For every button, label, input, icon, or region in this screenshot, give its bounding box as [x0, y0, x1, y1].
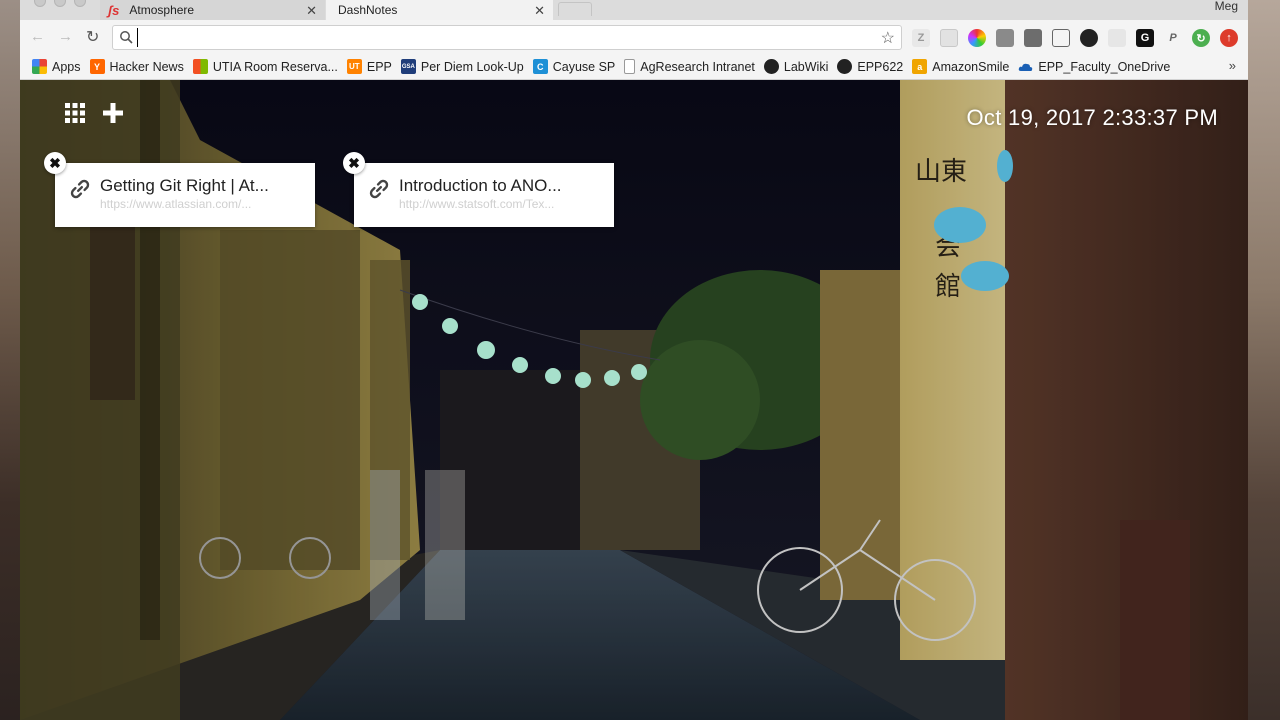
back-arrow-icon[interactable]: ←	[30, 28, 45, 45]
extension-color-icon[interactable]	[968, 29, 986, 47]
close-window-button[interactable]	[34, 0, 46, 7]
bookmark-label: EPP	[366, 59, 392, 74]
extension-dark-icon[interactable]	[1080, 29, 1098, 47]
add-icon[interactable]	[102, 102, 124, 124]
bookmark-epp622[interactable]: EPP622	[837, 59, 903, 74]
close-tab-icon[interactable]: ✕	[534, 3, 545, 19]
bookmark-label: Per Diem Look-Up	[420, 59, 524, 74]
bookmark-onedrive[interactable]: EPP_Faculty_OneDrive	[1018, 59, 1170, 74]
clock: Oct 19, 2017 2:33:37 PM	[966, 105, 1218, 130]
close-card-icon[interactable]: ✖	[343, 152, 365, 174]
card-url: http://www.statsoft.com/Tex...	[399, 197, 555, 211]
close-card-icon[interactable]: ✖	[44, 152, 66, 174]
desktop-background-right	[1246, 0, 1280, 720]
bookmark-labwiki[interactable]: LabWiki	[763, 59, 829, 74]
js-icon: ʃs	[108, 2, 120, 18]
forward-arrow-icon[interactable]: →	[58, 28, 73, 45]
extension-g-icon[interactable]: G	[1136, 29, 1154, 47]
bookmark-per-diem[interactable]: GSA Per Diem Look-Up	[400, 59, 524, 74]
tab-strip: ʃs Atmosphere ✕ DashNotes ✕ Meg	[20, 0, 1248, 20]
profile-name[interactable]: Meg	[1215, 0, 1238, 13]
bookmark-label: AmazonSmile	[932, 59, 1010, 74]
bookmark-label: LabWiki	[783, 59, 829, 74]
link-icon	[369, 179, 389, 199]
hacker-news-icon: Y	[89, 59, 105, 74]
extension-save-icon[interactable]	[1024, 29, 1042, 47]
new-tab-button[interactable]	[558, 2, 592, 16]
bookmark-star-icon[interactable]: ☆	[881, 28, 895, 48]
link-icon	[70, 179, 90, 199]
apps-grid-icon	[32, 59, 47, 74]
extensions-area: Z G P ↻ ↑	[912, 29, 1238, 47]
card-title: Getting Git Right | At...	[100, 176, 269, 195]
browser-window: ʃs Atmosphere ✕ DashNotes ✕ Meg ← → ↻ ☆ …	[20, 0, 1248, 720]
tab-label: DashNotes	[338, 3, 398, 17]
dashboard-toolbar	[64, 102, 124, 124]
extension-p-icon[interactable]: P	[1164, 29, 1182, 47]
bookmark-utia-room[interactable]: UTIA Room Reserva...	[192, 59, 338, 74]
apps-grid-icon[interactable]	[64, 102, 86, 124]
bookmark-label: Hacker News	[109, 59, 184, 74]
link-card[interactable]: ✖ Introduction to ANO... http://www.stat…	[343, 152, 614, 227]
bookmark-hacker-news[interactable]: Y Hacker News	[89, 59, 184, 74]
zoom-window-button[interactable]	[74, 0, 86, 7]
page-icon	[624, 59, 636, 74]
gsa-icon: GSA	[400, 59, 416, 74]
bookmark-amazonsmile[interactable]: a AmazonSmile	[912, 59, 1009, 74]
browser-toolbar: ← → ↻ ☆ Z G P ↻ ↑	[20, 20, 1248, 54]
card-url: https://www.atlassian.com/...	[100, 197, 252, 211]
tab-dashnotes[interactable]: DashNotes ✕	[326, 0, 553, 20]
github-icon	[837, 59, 853, 74]
cast-icon[interactable]	[1052, 29, 1070, 47]
extension-page-icon[interactable]	[1108, 29, 1126, 47]
bookmark-label: UTIA Room Reserva...	[212, 59, 338, 74]
bookmark-label: AgResearch Intranet	[640, 59, 755, 74]
card-title: Introduction to ANO...	[399, 176, 562, 195]
reload-icon[interactable]: ↻	[86, 27, 99, 47]
windows-icon	[192, 59, 208, 74]
bookmark-apps[interactable]: Apps	[32, 59, 81, 74]
window-controls	[34, 0, 86, 7]
bookmarks-overflow-icon[interactable]: »	[1229, 58, 1236, 73]
extension-notes-icon[interactable]	[940, 29, 958, 47]
address-input[interactable]	[137, 28, 857, 47]
bookmark-label: Apps	[52, 59, 81, 74]
amazon-icon: a	[912, 59, 928, 74]
bookmark-agresearch[interactable]: AgResearch Intranet	[624, 59, 755, 74]
link-card[interactable]: ✖ Getting Git Right | At... https://www.…	[44, 152, 315, 227]
onedrive-icon	[1018, 59, 1033, 74]
bookmark-label: EPP622	[857, 59, 904, 74]
extension-red-icon[interactable]: ↑	[1220, 29, 1238, 47]
bookmark-label: EPP_Faculty_OneDrive	[1038, 59, 1171, 74]
bookmarks-bar: Apps Y Hacker News UTIA Room Reserva... …	[20, 54, 1248, 80]
page-content: 山東 会 館 Oct 19, 2017 2:33:37 PM ✖ Getting…	[20, 80, 1248, 720]
cayuse-icon: C	[532, 59, 548, 74]
desktop-background-left	[0, 0, 20, 720]
extension-green-icon[interactable]: ↻	[1192, 29, 1210, 47]
address-bar[interactable]: ☆	[112, 25, 902, 50]
search-icon	[120, 31, 133, 44]
close-tab-icon[interactable]: ✕	[306, 3, 317, 19]
minimize-window-button[interactable]	[54, 0, 66, 7]
extension-gray-icon[interactable]	[996, 29, 1014, 47]
extension-z-icon[interactable]: Z	[912, 29, 930, 47]
tab-atmosphere[interactable]: ʃs Atmosphere ✕	[100, 0, 325, 20]
bookmark-cayuse[interactable]: C Cayuse SP	[532, 59, 616, 74]
bookmark-epp[interactable]: UT EPP	[346, 59, 392, 74]
tab-label: Atmosphere	[129, 3, 195, 17]
bookmark-label: Cayuse SP	[552, 59, 616, 74]
github-icon	[763, 59, 779, 74]
ut-icon: UT	[346, 59, 362, 74]
